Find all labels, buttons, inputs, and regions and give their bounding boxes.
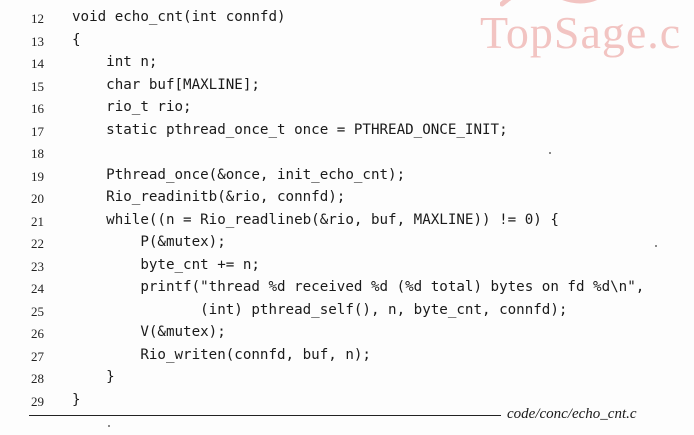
line-number: 26	[31, 326, 44, 341]
scan-speck	[108, 425, 110, 427]
book-page: TopSage.c 12 void echo_cnt(int connfd) 13{…	[0, 0, 694, 435]
code-line: 14 int n;	[0, 52, 694, 75]
code-text: P(&mutex);	[72, 234, 226, 250]
code-line: 12 void echo_cnt(int connfd)	[0, 7, 694, 30]
code-text: static pthread_once_t once = PTHREAD_ONC…	[72, 121, 508, 138]
code-text: void echo_cnt(int connfd)	[72, 9, 286, 25]
code-line: 24 printf("thread %d received %d (%d tot…	[0, 277, 694, 300]
listing-filename: code/conc/echo_cnt.c	[507, 406, 637, 422]
code-line: 22 P(&mutex);	[0, 232, 694, 255]
code-line: 21 while((n = Rio_readlineb(&rio, buf, M…	[0, 210, 694, 233]
line-number: 24	[31, 281, 44, 296]
code-text: byte_cnt += n;	[72, 256, 260, 273]
code-text: }	[72, 391, 81, 408]
line-number: 22	[31, 236, 44, 251]
code-text: Rio_writen(connfd, buf, n);	[72, 346, 371, 363]
code-text: while((n = Rio_readlineb(&rio, buf, MAXL…	[72, 211, 559, 228]
code-text: Pthread_once(&once, init_echo_cnt);	[72, 166, 406, 183]
line-number: 27	[31, 348, 44, 364]
code-line: 16 rio_t rio;	[0, 97, 694, 120]
scan-speck	[655, 245, 657, 247]
footer-rule	[29, 415, 501, 416]
line-number: 21	[31, 213, 44, 229]
line-number: 23	[31, 258, 44, 274]
code-text: printf("thread %d received %d (%d total)…	[72, 279, 645, 295]
code-line: 25 (int) pthread_self(), n, byte_cnt, co…	[0, 300, 694, 323]
line-number: 14	[31, 56, 44, 71]
code-line: 27 Rio_writen(connfd, buf, n);	[0, 345, 694, 368]
code-line: 23 byte_cnt += n;	[0, 255, 694, 278]
line-number: 25	[31, 303, 44, 319]
code-line: 13 {	[0, 30, 694, 53]
code-line: 20 Rio_readinitb(&rio, connfd);	[0, 187, 694, 210]
line-number: 18	[31, 146, 44, 161]
line-number: 12	[31, 11, 44, 26]
code-line: 19 Pthread_once(&once, init_echo_cnt);	[0, 165, 694, 188]
code-text: char buf[MAXLINE];	[72, 76, 260, 93]
scan-speck	[549, 152, 551, 154]
code-text: V(&mutex);	[72, 324, 226, 340]
code-line: 28 }	[0, 367, 694, 390]
line-number: 16	[31, 101, 44, 116]
line-number: 17	[31, 123, 44, 139]
code-text: (int) pthread_self(), n, byte_cnt, connf…	[72, 301, 568, 318]
line-number: 19	[31, 168, 44, 184]
code-text: {	[72, 31, 81, 48]
code-text: Rio_readinitb(&rio, connfd);	[72, 189, 346, 205]
code-text: int n;	[72, 54, 158, 70]
line-number: 13	[31, 33, 44, 49]
code-text: rio_t rio;	[72, 99, 192, 115]
code-line: 18	[0, 142, 694, 165]
line-number: 29	[31, 393, 44, 409]
code-listing: 12 void echo_cnt(int connfd) 13{14 int n; 1…	[0, 7, 694, 412]
code-line: 26 V(&mutex);	[0, 322, 694, 345]
line-number: 20	[31, 191, 44, 206]
code-text: }	[72, 369, 115, 385]
line-number: 15	[31, 78, 44, 94]
line-number: 28	[31, 371, 44, 386]
code-line: 17 static pthread_once_t once = PTHREAD_…	[0, 120, 694, 143]
code-line: 15 char buf[MAXLINE];	[0, 75, 694, 98]
